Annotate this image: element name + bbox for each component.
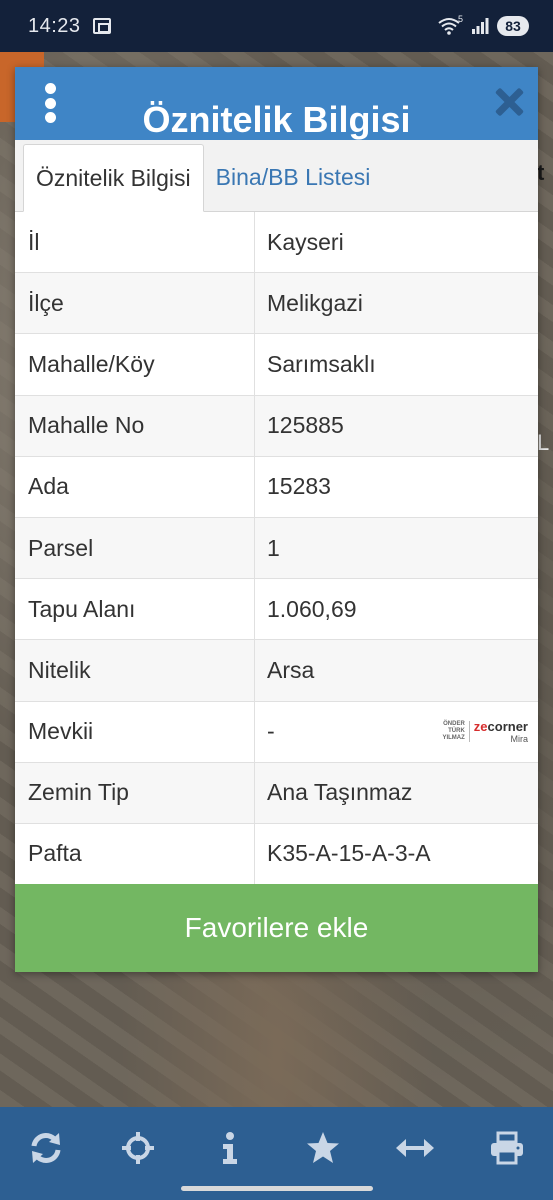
attribute-key: Pafta xyxy=(15,823,255,885)
attribute-key: Mevkii xyxy=(15,701,255,762)
star-icon[interactable] xyxy=(300,1125,346,1171)
attribute-value-text: 125885 xyxy=(267,412,344,439)
table-row: İlçe Melikgazi xyxy=(15,273,538,335)
attribute-value-text: 1.060,69 xyxy=(267,595,357,622)
attribute-key: Mahalle No xyxy=(15,395,255,456)
more-vertical-icon[interactable] xyxy=(43,83,57,123)
watermark-sub: Mira xyxy=(510,733,529,744)
attribute-key: Parsel xyxy=(15,517,255,579)
tab-attribute-info[interactable]: Öznitelik Bilgisi xyxy=(23,144,204,212)
crosshair-icon[interactable] xyxy=(115,1125,161,1171)
attribute-value-text: K35-A-15-A-3-A xyxy=(267,840,431,867)
attribute-key: Ada xyxy=(15,456,255,517)
attribute-value: 125885 xyxy=(255,396,538,456)
dialog-title: Öznitelik Bilgisi xyxy=(142,99,411,140)
attribute-dialog: Öznitelik Bilgisi Öznitelik Bilgisi Bina… xyxy=(15,67,538,972)
print-icon[interactable] xyxy=(484,1125,530,1171)
refresh-icon[interactable] xyxy=(23,1125,69,1171)
tab-building-list[interactable]: Bina/BB Listesi xyxy=(204,143,383,211)
attribute-key: Tapu Alanı xyxy=(15,579,255,640)
attribute-table: İl Kayseri İlçe Melikgazi Mahalle/Köy Sarımsa… xyxy=(15,212,538,886)
tab-bar: Öznitelik Bilgisi Bina/BB Listesi xyxy=(15,140,538,212)
table-row: Mevkii - ÖNDER TÜRK YILMAZ zecorner Mira xyxy=(15,701,538,763)
table-row: Pafta K35-A-15-A-3-A xyxy=(15,823,538,886)
attribute-value: Ana Taşınmaz xyxy=(255,763,538,823)
watermark-brand-suffix: corner xyxy=(487,718,528,734)
attribute-value: 1.060,69 xyxy=(255,579,538,639)
attribute-value: Arsa xyxy=(255,640,538,700)
attribute-value: 15283 xyxy=(255,457,538,517)
status-bar: 14:23 5 83 xyxy=(0,0,553,52)
watermark-brand: zecorner Mira xyxy=(473,718,529,744)
map-edge-label-dark: t xyxy=(537,160,545,185)
table-row: Zemin Tip Ana Taşınmaz xyxy=(15,762,538,824)
attribute-value-text: Sarımsaklı xyxy=(267,350,376,377)
watermark-names: ÖNDER TÜRK YILMAZ xyxy=(442,721,470,742)
table-row: Parsel 1 xyxy=(15,517,538,580)
status-time: 14:23 xyxy=(28,14,81,37)
watermark-brand-prefix: ze xyxy=(473,718,488,734)
attribute-value-text: Melikgazi xyxy=(267,289,363,316)
signal-icon xyxy=(471,17,489,35)
map-edge-label: L xyxy=(537,430,550,455)
attribute-value-text: Arsa xyxy=(267,656,315,683)
info-icon[interactable] xyxy=(207,1125,253,1171)
attribute-value: K35-A-15-A-3-A xyxy=(255,824,538,884)
attribute-key: Nitelik xyxy=(15,640,255,701)
gesture-nav-bar[interactable] xyxy=(181,1186,373,1191)
watermark-line: TÜRK xyxy=(448,728,465,734)
table-row: İl Kayseri xyxy=(15,212,538,274)
table-row: Nitelik Arsa xyxy=(15,640,538,702)
table-row: Mahalle/Köy Sarımsaklı xyxy=(15,334,538,396)
attribute-value: Sarımsaklı xyxy=(255,334,538,394)
attribute-key: İl xyxy=(15,212,255,273)
measure-icon[interactable] xyxy=(392,1125,438,1171)
attribute-key: Zemin Tip xyxy=(15,762,255,823)
attribute-value: Melikgazi xyxy=(255,273,538,333)
watermark-line: ÖNDER xyxy=(443,721,465,727)
attribute-value: Kayseri xyxy=(255,212,538,272)
attribute-value: 1 xyxy=(255,518,538,578)
brand-watermark: ÖNDER TÜRK YILMAZ zecorner Mira xyxy=(442,718,529,744)
attribute-value-text: 1 xyxy=(267,534,280,561)
add-to-favorites-button[interactable]: Favorilere ekle xyxy=(15,884,538,972)
attribute-value: - ÖNDER TÜRK YILMAZ zecorner Mira xyxy=(255,702,538,762)
dialog-header: Öznitelik Bilgisi xyxy=(15,67,538,140)
attribute-value-text: Ana Taşınmaz xyxy=(267,779,413,806)
table-row: Mahalle No 125885 xyxy=(15,395,538,457)
attribute-value-text: 15283 xyxy=(267,473,331,500)
attribute-key: Mahalle/Köy xyxy=(15,334,255,395)
table-row: Tapu Alanı 1.060,69 xyxy=(15,579,538,641)
battery-indicator: 83 xyxy=(497,16,529,36)
attribute-value-text: - xyxy=(267,718,275,745)
watermark-line: YILMAZ xyxy=(442,735,465,741)
wifi-icon xyxy=(438,17,460,35)
attribute-key: İlçe xyxy=(15,273,255,334)
status-right: 5 83 xyxy=(438,14,529,36)
table-row: Ada 15283 xyxy=(15,456,538,518)
close-icon[interactable] xyxy=(494,87,524,117)
attribute-value-text: Kayseri xyxy=(267,228,344,255)
screen-record-icon xyxy=(92,18,111,34)
